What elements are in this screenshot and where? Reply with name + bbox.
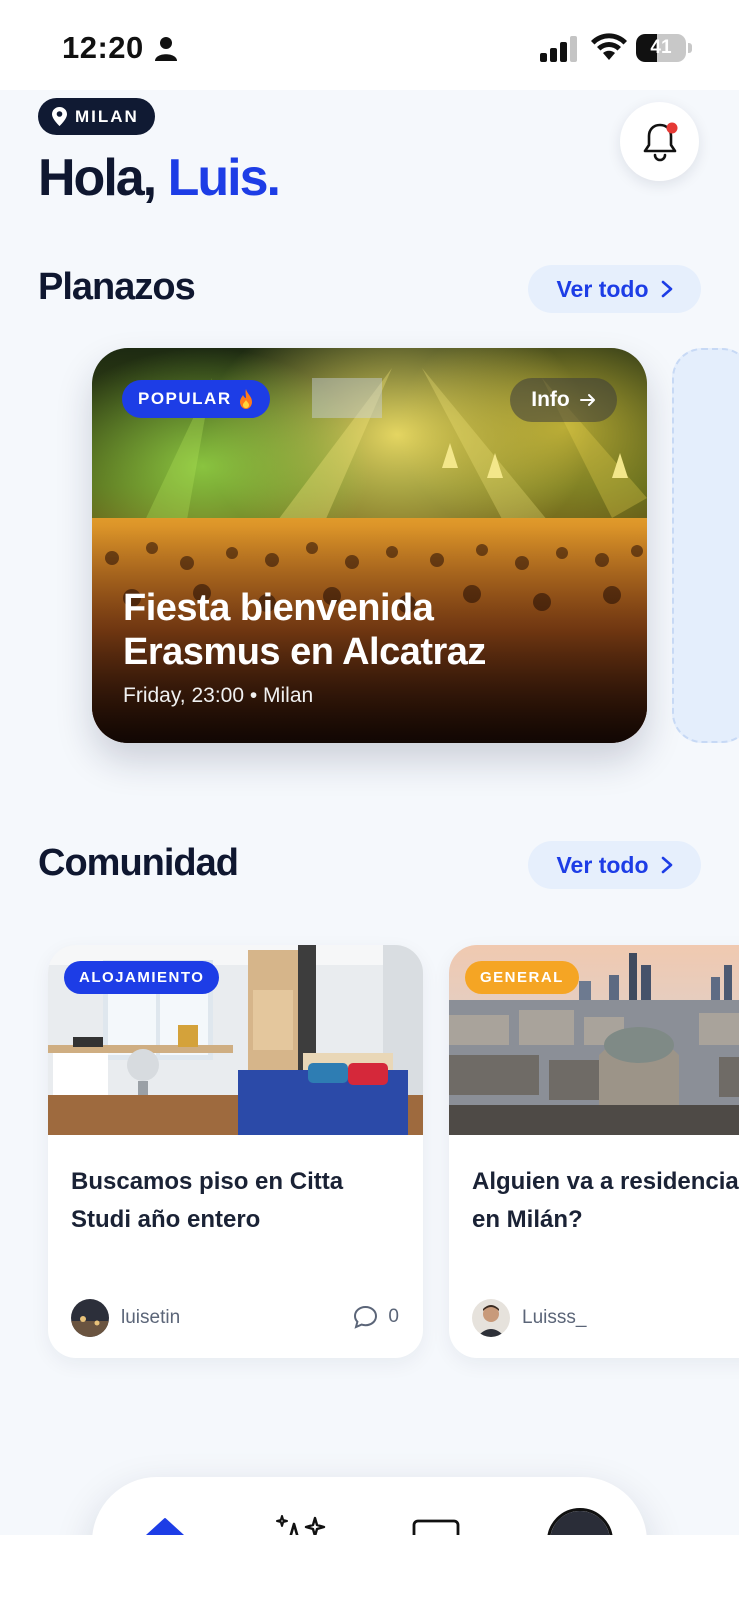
comunidad-title: Comunidad bbox=[38, 842, 239, 884]
bottom-nav bbox=[92, 1477, 647, 1535]
event-info-button[interactable]: Info bbox=[510, 378, 617, 422]
greeting: Hola, Luis. bbox=[38, 148, 281, 208]
comments-count[interactable]: 0 bbox=[353, 1305, 399, 1329]
post-title: Alguien va a residencia en Milán? bbox=[472, 1163, 739, 1239]
nav-profile[interactable] bbox=[547, 1508, 613, 1535]
post-title-line: Buscamos piso en Citta bbox=[71, 1168, 344, 1195]
see-all-label: Ver todo bbox=[556, 851, 649, 878]
comunidad-see-all-button[interactable]: Ver todo bbox=[528, 841, 701, 889]
location-chip[interactable]: MILAN bbox=[38, 98, 155, 135]
bell-icon bbox=[643, 122, 678, 162]
battery-level: 41 bbox=[650, 37, 672, 58]
avatar bbox=[472, 1299, 510, 1337]
category-badge: GENERAL bbox=[465, 961, 579, 994]
status-time: 12:20 bbox=[62, 30, 144, 65]
comment-icon bbox=[354, 1305, 378, 1329]
chat-icon bbox=[412, 1519, 460, 1535]
fire-icon bbox=[239, 389, 252, 409]
planazos-title: Planazos bbox=[38, 266, 196, 308]
post-author[interactable]: luisetin bbox=[71, 1299, 180, 1337]
community-post-card[interactable]: ALOJAMIENTO Buscamos piso en Citta Studi… bbox=[48, 945, 423, 1358]
event-title: Fiesta bienvenida Erasmus en Alcatraz bbox=[123, 587, 486, 673]
author-name: luisetin bbox=[121, 1307, 181, 1328]
see-all-label: Ver todo bbox=[556, 275, 649, 302]
post-title: Buscamos piso en Citta Studi año entero bbox=[71, 1163, 411, 1239]
home-icon bbox=[145, 1518, 185, 1535]
post-title-line: en Milán? bbox=[472, 1206, 583, 1233]
category-label: GENERAL bbox=[480, 969, 564, 986]
chevron-right-icon bbox=[661, 856, 672, 874]
home-indicator-area bbox=[0, 1535, 739, 1600]
wifi-icon bbox=[591, 33, 627, 60]
person-icon bbox=[155, 37, 177, 61]
home-screen: MILAN Hola, Luis. Planazos Ver todo POPU… bbox=[0, 90, 739, 1535]
next-event-card[interactable] bbox=[672, 348, 739, 743]
location-label: MILAN bbox=[75, 106, 139, 126]
post-author[interactable]: Luisss_ bbox=[472, 1299, 586, 1337]
comments-number: 0 bbox=[388, 1306, 399, 1327]
profile-avatar bbox=[550, 1511, 610, 1535]
nav-home[interactable] bbox=[132, 1508, 198, 1535]
popular-badge: POPULAR bbox=[122, 380, 270, 418]
post-title-line: Studi año entero bbox=[71, 1206, 261, 1233]
user-name: Luis. bbox=[167, 149, 281, 207]
location-pin-icon bbox=[52, 107, 67, 126]
author-name: Luisss_ bbox=[522, 1307, 587, 1328]
battery-icon: 41 bbox=[636, 34, 692, 62]
arrow-right-icon bbox=[579, 394, 595, 406]
sparkles-icon bbox=[276, 1515, 326, 1535]
popular-label: POPULAR bbox=[138, 389, 232, 408]
avatar bbox=[71, 1299, 109, 1337]
category-label: ALOJAMIENTO bbox=[79, 969, 205, 986]
featured-event-card[interactable]: POPULAR Info Fiesta bienvenida Erasmus e… bbox=[92, 348, 647, 743]
community-post-card[interactable]: GENERAL Alguien va a residencia en Milán… bbox=[449, 945, 739, 1358]
greeting-text: Hola, bbox=[38, 149, 157, 207]
planazos-see-all-button[interactable]: Ver todo bbox=[528, 265, 701, 313]
chevron-right-icon bbox=[661, 280, 672, 298]
signal-icon bbox=[540, 36, 577, 62]
notifications-button[interactable] bbox=[620, 102, 699, 181]
nav-discover[interactable] bbox=[267, 1508, 333, 1535]
category-badge: ALOJAMIENTO bbox=[64, 961, 220, 994]
post-title-line: Alguien va a residencia bbox=[472, 1168, 739, 1195]
nav-messages[interactable] bbox=[403, 1508, 469, 1535]
status-bar: 12:20 41 bbox=[0, 0, 739, 90]
info-label: Info bbox=[531, 388, 570, 411]
event-meta: Friday, 23:00 • Milan bbox=[123, 684, 314, 707]
